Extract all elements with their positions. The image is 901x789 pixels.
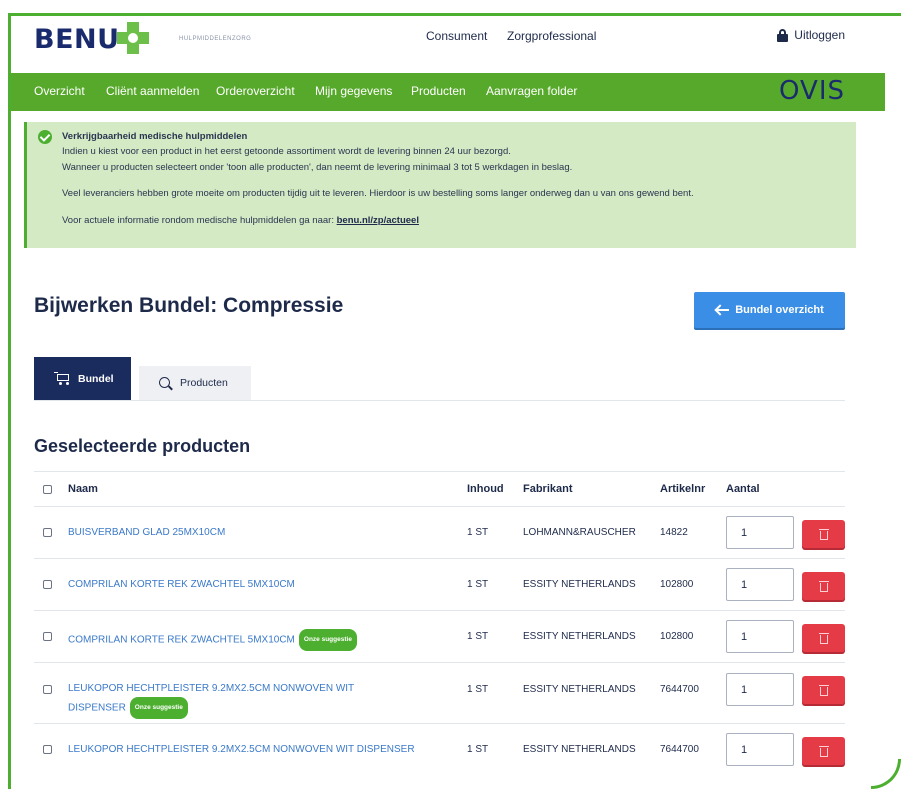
row-checkbox[interactable] xyxy=(43,580,52,589)
frame-corner xyxy=(871,759,901,789)
product-link-wrapper[interactable]: LEUKOPOR HECHTPLEISTER 9.2MX2.5CM NONWOV… xyxy=(68,681,354,719)
top-bar: BENU HULPMIDDELENZORG Consument Zorgprof… xyxy=(11,16,885,66)
product-article: 7644700 xyxy=(660,744,699,755)
quantity-input[interactable]: 1 xyxy=(726,568,794,601)
col-inhoud: Inhoud xyxy=(467,483,504,495)
notice-title: Verkrijgbaarheid medische hulpmiddelen xyxy=(62,131,248,142)
product-content: 1 ST xyxy=(467,744,489,755)
trash-icon xyxy=(818,684,829,696)
table-header: Naam Inhoud Fabrikant Artikelnr Aantal xyxy=(34,471,845,506)
product-link-wrapper[interactable]: COMPRILAN KORTE REK ZWACHTEL 5MX10CM Onze… xyxy=(68,629,357,651)
benu-logo[interactable]: BENU xyxy=(34,24,120,55)
tab-bundel-label: Bundel xyxy=(78,372,114,385)
product-article: 102800 xyxy=(660,631,694,642)
consument-link[interactable]: Consument xyxy=(426,29,487,43)
nav-client-aanmelden[interactable]: Cliënt aanmelden xyxy=(106,84,199,98)
notice-line-4: Voor actuele informatie rondom medische … xyxy=(62,215,419,226)
delete-button[interactable] xyxy=(802,520,845,548)
tab-bundel[interactable]: Bundel xyxy=(34,357,131,400)
back-button-label: Bundel overzicht xyxy=(735,304,824,316)
benu-cross-icon xyxy=(117,22,149,54)
trash-icon xyxy=(818,745,829,757)
row-checkbox[interactable] xyxy=(43,745,52,754)
page-title: Bijwerken Bundel: Compressie xyxy=(34,294,344,317)
tab-producten[interactable]: Producten xyxy=(139,366,251,400)
col-artikelnr: Artikelnr xyxy=(660,483,706,495)
notice-line-1: Indien u kiest voor een product in het e… xyxy=(62,146,511,157)
arrow-left-icon xyxy=(715,305,730,315)
product-link[interactable]: BUISVERBAND GLAD 25MX10CM xyxy=(68,525,225,541)
table-row: BUISVERBAND GLAD 25MX10CM 1 ST LOHMANN&R… xyxy=(34,506,845,558)
product-manufacturer: LOHMANN&RAUSCHER xyxy=(523,527,636,538)
lock-icon xyxy=(777,28,789,42)
logo-subtitle: HULPMIDDELENZORG xyxy=(179,36,252,42)
quantity-input[interactable]: 1 xyxy=(726,673,794,706)
delete-button[interactable] xyxy=(802,676,845,704)
nav-producten[interactable]: Producten xyxy=(411,84,466,98)
col-fabrikant: Fabrikant xyxy=(523,483,573,495)
search-icon xyxy=(159,376,172,390)
product-link[interactable]: LEUKOPOR HECHTPLEISTER 9.2MX2.5CM NONWOV… xyxy=(68,681,354,697)
table-row: LEUKOPOR HECHTPLEISTER 9.2MX2.5CM NONWOV… xyxy=(34,662,845,723)
product-article: 102800 xyxy=(660,579,694,590)
product-content: 1 ST xyxy=(467,579,489,590)
product-link[interactable]: COMPRILAN KORTE REK ZWACHTEL 5MX10CM xyxy=(68,577,295,593)
select-all-checkbox[interactable] xyxy=(43,485,52,494)
nav-orderoverzicht[interactable]: Orderoverzicht xyxy=(216,84,295,98)
cart-icon xyxy=(54,372,70,385)
notice-link-prefix: Voor actuele informatie rondom medische … xyxy=(62,215,337,226)
trash-icon xyxy=(818,580,829,592)
quantity-input[interactable]: 1 xyxy=(726,733,794,766)
main-nav: Overzicht Cliënt aanmelden Orderoverzich… xyxy=(11,73,885,111)
row-checkbox[interactable] xyxy=(43,528,52,537)
check-circle-icon xyxy=(38,130,52,144)
product-link-continued[interactable]: DISPENSER xyxy=(68,703,126,714)
notice-line-2: Wanneer u producten selecteert onder 'to… xyxy=(62,162,573,173)
quantity-input[interactable]: 1 xyxy=(726,620,794,653)
delete-button[interactable] xyxy=(802,624,845,652)
zorgprofessional-link[interactable]: Zorgprofessional xyxy=(507,29,596,43)
notice-line-3: Veel leveranciers hebben grote moeite om… xyxy=(62,188,694,199)
product-manufacturer: ESSITY NETHERLANDS xyxy=(523,631,636,642)
bundel-overzicht-button[interactable]: Bundel overzicht xyxy=(694,292,845,328)
nav-aanvragen-folder[interactable]: Aanvragen folder xyxy=(486,84,577,98)
product-content: 1 ST xyxy=(467,527,489,538)
col-aantal: Aantal xyxy=(726,483,760,495)
delete-button[interactable] xyxy=(802,572,845,600)
availability-notice: Verkrijgbaarheid medische hulpmiddelen I… xyxy=(24,122,856,248)
product-manufacturer: ESSITY NETHERLANDS xyxy=(523,744,636,755)
selected-products-table: Naam Inhoud Fabrikant Artikelnr Aantal B… xyxy=(34,471,845,775)
logout-label: Uitloggen xyxy=(794,28,845,42)
logout-button[interactable]: Uitloggen xyxy=(777,28,845,42)
suggestion-badge: Onze suggestie xyxy=(129,697,188,719)
ovis-logo: OVIS xyxy=(779,76,845,106)
tab-producten-label: Producten xyxy=(180,377,228,389)
trash-icon xyxy=(818,632,829,644)
table-row: COMPRILAN KORTE REK ZWACHTEL 5MX10CM 1 S… xyxy=(34,558,845,610)
product-article: 14822 xyxy=(660,527,688,538)
row-checkbox[interactable] xyxy=(43,685,52,694)
col-naam: Naam xyxy=(68,483,98,495)
section-title: Geselecteerde producten xyxy=(34,436,251,456)
product-content: 1 ST xyxy=(467,684,489,695)
row-checkbox[interactable] xyxy=(43,632,52,641)
product-link[interactable]: LEUKOPOR HECHTPLEISTER 9.2MX2.5CM NONWOV… xyxy=(68,742,415,758)
table-row: LEUKOPOR HECHTPLEISTER 9.2MX2.5CM NONWOV… xyxy=(34,723,845,775)
product-manufacturer: ESSITY NETHERLANDS xyxy=(523,579,636,590)
quantity-input[interactable]: 1 xyxy=(726,516,794,549)
product-content: 1 ST xyxy=(467,631,489,642)
trash-icon xyxy=(818,528,829,540)
actueel-link[interactable]: benu.nl/zp/actueel xyxy=(337,215,419,226)
suggestion-badge: Onze suggestie xyxy=(298,629,357,651)
product-manufacturer: ESSITY NETHERLANDS xyxy=(523,684,636,695)
delete-button[interactable] xyxy=(802,737,845,765)
tab-divider xyxy=(34,400,845,401)
nav-overzicht[interactable]: Overzicht xyxy=(34,84,85,98)
product-article: 7644700 xyxy=(660,684,699,695)
product-link[interactable]: COMPRILAN KORTE REK ZWACHTEL 5MX10CM xyxy=(68,635,295,646)
table-row: COMPRILAN KORTE REK ZWACHTEL 5MX10CM Onze… xyxy=(34,610,845,662)
nav-mijn-gegevens[interactable]: Mijn gegevens xyxy=(315,84,392,98)
